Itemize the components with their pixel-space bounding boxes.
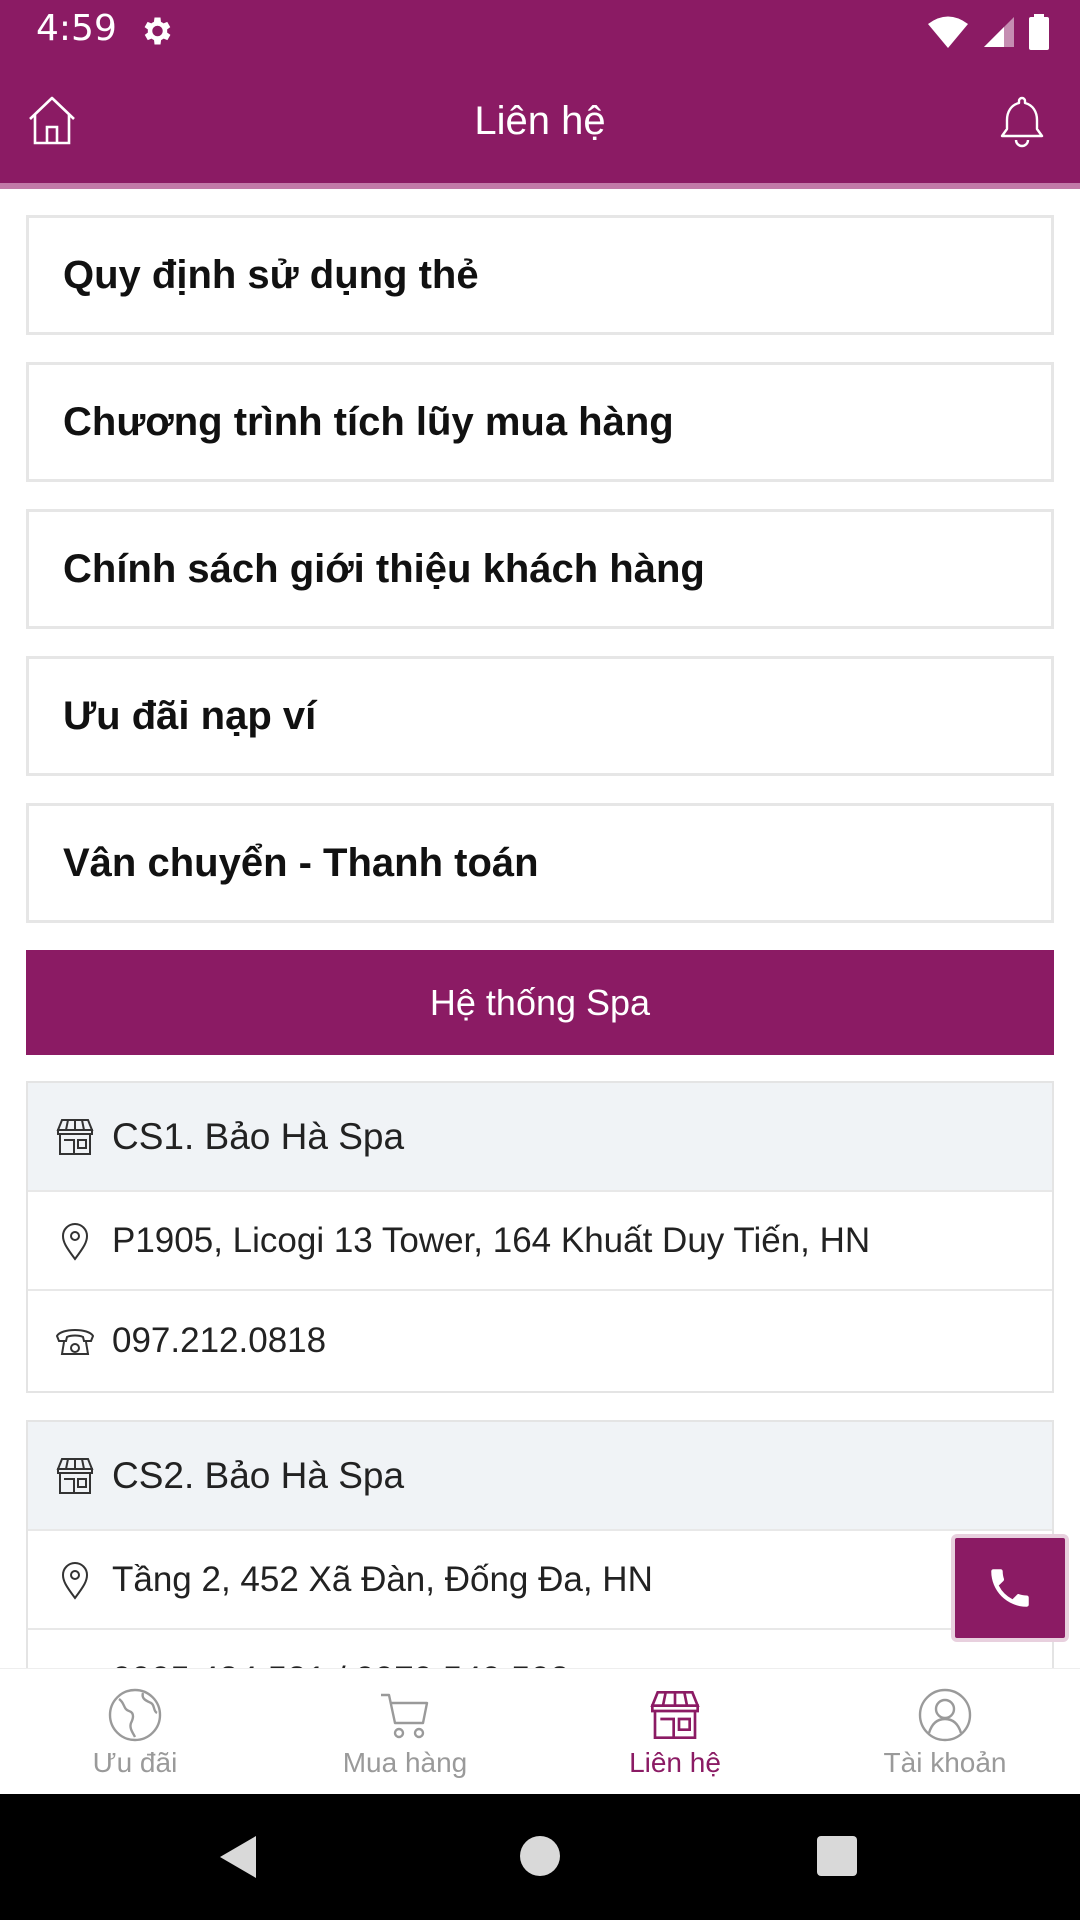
page-title: Liên hệ [474,99,606,143]
back-icon[interactable] [216,1834,260,1880]
nav-tab-contact[interactable]: Liên hệ [540,1669,810,1794]
app-bar: Liên hệ [0,63,1080,189]
branch-address-row[interactable]: P1905, Licogi 13 Tower, 164 Khuất Duy Ti… [28,1190,1052,1289]
menu-item-referral-policy[interactable]: Chính sách giới thiệu khách hàng [26,509,1054,629]
branch-name-row: CS1. Bảo Hà Spa [28,1083,1052,1190]
branch-phone: 097.212.0818 [112,1321,327,1360]
cell-signal-icon [984,17,1014,47]
status-bar: 4:59 [0,0,1080,63]
branch-address: P1905, Licogi 13 Tower, 164 Khuất Duy Ti… [112,1220,871,1260]
call-button[interactable] [951,1534,1069,1642]
spa-system-header: Hệ thống Spa [26,950,1054,1055]
store-icon [56,1457,94,1494]
branch-name-row: CS2. Bảo Hà Spa [28,1422,1052,1529]
branch-name: CS1. Bảo Hà Spa [112,1115,405,1157]
system-navigation-bar [0,1794,1080,1920]
globe-icon [108,1688,162,1742]
nav-tab-offers[interactable]: Ưu đãi [0,1669,270,1794]
bell-icon[interactable] [994,93,1050,149]
menu-item-shipping-payment[interactable]: Vân chuyển - Thanh toán [26,803,1054,923]
cart-icon [381,1693,429,1739]
phone-icon [991,1569,1029,1607]
telephone-icon [54,1659,96,1668]
nav-label: Tài khoản [883,1747,1007,1778]
bottom-navigation: Ưu đãi Mua hàng Liên hệ Tài khoản [0,1668,1080,1794]
wifi-icon [928,16,968,48]
location-pin-icon [61,1222,89,1261]
nav-tab-shopping[interactable]: Mua hàng [270,1669,540,1794]
store-icon [56,1118,94,1155]
user-icon [918,1688,972,1742]
battery-icon [1029,14,1049,50]
branch-card: CS1. Bảo Hà Spa P1905, Licogi 13 Tower, … [26,1081,1054,1393]
nav-tab-account[interactable]: Tài khoản [810,1669,1080,1794]
menu-item-loyalty-program[interactable]: Chương trình tích lũy mua hàng [26,362,1054,482]
menu-item-card-rules[interactable]: Quy định sử dụng thẻ [26,215,1054,335]
branch-address: Tầng 2, 452 Xã Đàn, Đống Đa, HN [112,1559,653,1599]
branch-name: CS2. Bảo Hà Spa [112,1454,405,1496]
branch-phone-row[interactable]: 097.212.0818 [28,1289,1052,1391]
settings-gear-icon [144,17,171,45]
telephone-icon [55,1329,95,1355]
status-time: 4:59 [36,8,117,49]
nav-label: Ưu đãi [92,1747,178,1778]
status-indicators [926,12,1050,52]
content-area: Quy định sử dụng thẻ Chương trình tích l… [0,189,1080,1668]
branch-address-row[interactable]: Tầng 2, 452 Xã Đàn, Đống Đa, HN [28,1529,1052,1628]
home-circle-icon[interactable] [520,1836,560,1876]
recent-apps-icon[interactable] [817,1836,857,1876]
nav-label: Mua hàng [342,1747,468,1778]
branch-card: CS2. Bảo Hà Spa Tầng 2, 452 Xã Đàn, Đống… [26,1420,1054,1668]
branch-phone-row[interactable]: 0905.434.531 / 0979.549.502 [28,1628,1052,1668]
menu-item-wallet-promo[interactable]: Ưu đãi nạp ví [26,656,1054,776]
store-icon [650,1691,700,1739]
location-pin-icon [61,1561,89,1600]
branch-phone: 0905.434.531 / 0979.549.502 [112,1660,569,1668]
nav-label: Liên hệ [629,1747,721,1778]
